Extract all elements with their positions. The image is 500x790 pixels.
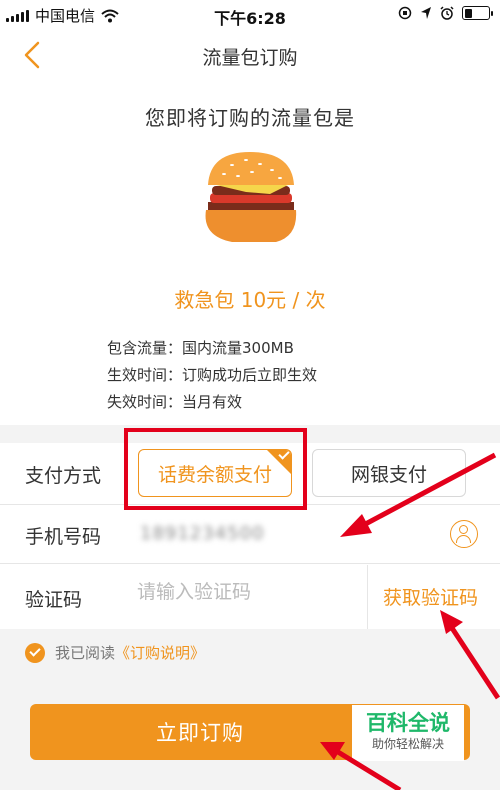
location-icon — [421, 7, 431, 19]
detail-label: 生效时间： — [107, 366, 183, 384]
detail-row-traffic: 包含流量：国内流量300MB — [107, 335, 317, 362]
phone-row: 手机号码 1891234500 — [0, 506, 500, 564]
agree-checkbox[interactable] — [25, 642, 45, 663]
status-bar: 中国电信 下午6:28 — [0, 0, 500, 30]
verify-divider — [367, 565, 368, 629]
battery-icon — [462, 6, 493, 20]
verify-label: 验证码 — [25, 589, 83, 611]
watermark-title: 百科全说 — [366, 711, 450, 735]
page-title: 流量包订购 — [202, 47, 298, 69]
watermark-subtitle: 助你轻松解决 — [371, 737, 444, 751]
get-code-button[interactable]: 获取验证码 — [383, 583, 478, 610]
phone-label: 手机号码 — [25, 526, 102, 548]
pay-bank-label: 网银支付 — [350, 463, 427, 486]
pay-balance-option[interactable]: 话费余额支付 — [138, 449, 292, 497]
agree-text: 我已阅读 — [55, 644, 116, 662]
verify-row: 验证码 获取验证码 — [0, 565, 500, 629]
detail-row-expire: 失效时间：当月有效 — [107, 389, 317, 416]
section-divider — [0, 425, 500, 443]
subtitle: 您即将订购的流量包是 — [145, 106, 355, 130]
pay-bank-option[interactable]: 网银支付 — [312, 449, 466, 497]
detail-value: 当月有效 — [182, 393, 243, 411]
detail-value: 国内流量300MB — [182, 339, 294, 357]
burger-icon — [205, 152, 297, 242]
payment-label: 支付方式 — [25, 465, 102, 487]
detail-label: 失效时间： — [107, 393, 183, 411]
rotation-lock-icon — [398, 6, 412, 20]
payment-row: 支付方式 话费余额支付 网银支付 — [0, 443, 500, 505]
status-right — [398, 6, 493, 20]
nav-bar: 流量包订购 — [0, 30, 500, 82]
contact-user-icon[interactable] — [450, 520, 478, 548]
detail-row-effective: 生效时间：订购成功后立即生效 — [107, 362, 317, 389]
agree-link[interactable]: 《订购说明》 — [115, 642, 205, 663]
detail-value: 订购成功后立即生效 — [182, 366, 318, 384]
package-details: 包含流量：国内流量300MB 生效时间：订购成功后立即生效 失效时间：当月有效 — [107, 335, 317, 416]
pay-balance-label: 话费余额支付 — [157, 463, 272, 486]
buy-now-label: 立即订购 — [156, 721, 244, 745]
watermark-logo: 百科全说 助你轻松解决 — [352, 705, 464, 761]
detail-label: 包含流量： — [107, 339, 183, 357]
phone-value: 1891234500 — [140, 523, 265, 544]
package-name: 救急包 10元 / 次 — [174, 288, 326, 312]
agreement: 我已阅读 《订购说明》 — [25, 642, 205, 663]
alarm-icon — [440, 6, 454, 20]
verify-code-input[interactable] — [137, 581, 357, 603]
